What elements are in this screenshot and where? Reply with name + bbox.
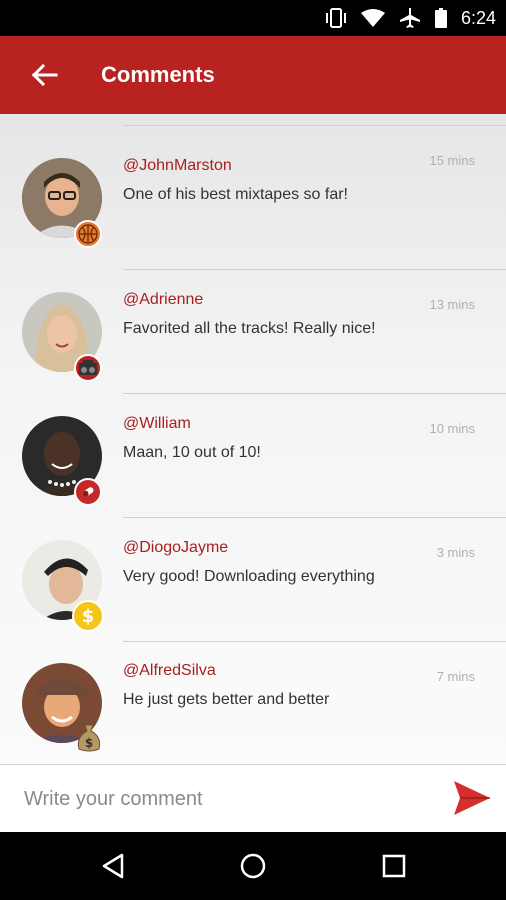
comment-text: One of his best mixtapes so far! — [123, 186, 348, 203]
square-recents-icon — [382, 854, 406, 878]
comment-input[interactable] — [22, 779, 426, 819]
comments-list[interactable]: @JohnMarston 15 mins One of his best mix… — [0, 114, 506, 764]
basketball-icon — [74, 220, 102, 248]
comment-username[interactable]: @William — [123, 415, 191, 433]
boombox-icon — [74, 354, 102, 382]
nav-recents-button[interactable] — [381, 852, 407, 885]
nav-home-button[interactable] — [239, 852, 267, 885]
system-nav-bar — [0, 832, 506, 900]
dollar-coin-icon: $ — [72, 600, 104, 632]
clock: 6:24 — [460, 7, 496, 28]
page-title: Comments — [101, 62, 215, 87]
comment-text: Maan, 10 out of 10! — [123, 444, 261, 461]
comment-time: 10 mins — [429, 421, 475, 436]
svg-text:$: $ — [85, 736, 93, 750]
status-icons: 6:24 — [325, 0, 496, 36]
comment-username[interactable]: @AlfredSilva — [123, 662, 216, 680]
comment-item[interactable]: $ @DiogoJayme 3 mins Very good! Download… — [0, 518, 506, 642]
triangle-back-icon — [102, 853, 124, 879]
back-button[interactable] — [30, 60, 60, 90]
comment-item[interactable]: @JohnMarston 15 mins One of his best mix… — [0, 126, 506, 250]
comment-text: Favorited all the tracks! Really nice! — [123, 320, 376, 337]
comment-username[interactable]: @JohnMarston — [123, 157, 232, 175]
comment-time: 13 mins — [429, 297, 475, 312]
comment-composer — [0, 764, 506, 832]
battery-icon — [434, 8, 447, 28]
send-button[interactable] — [454, 781, 490, 815]
vibrate-icon — [325, 8, 346, 28]
airplane-mode-icon — [399, 8, 420, 28]
comment-time: 15 mins — [429, 153, 475, 168]
comment-text: He just gets better and better — [123, 691, 330, 708]
comment-username[interactable]: @Adrienne — [123, 291, 203, 309]
red-pill-icon — [74, 478, 102, 506]
circle-home-icon — [240, 853, 266, 879]
send-icon — [454, 781, 490, 815]
status-bar: 6:24 — [0, 0, 506, 36]
nav-back-button[interactable] — [100, 852, 126, 885]
app-bar: Comments — [0, 36, 506, 114]
comment-item[interactable]: @William 10 mins Maan, 10 out of 10! — [0, 394, 506, 518]
money-bag-icon: $ — [74, 721, 104, 755]
arrow-back-icon — [31, 63, 58, 87]
comment-item[interactable]: $ @AlfredSilva 7 mins He just gets bette… — [0, 642, 506, 764]
wifi-icon — [360, 9, 385, 27]
comment-text: Very good! Downloading everything — [123, 568, 375, 585]
comment-time: 3 mins — [436, 545, 475, 560]
comment-username[interactable]: @DiogoJayme — [123, 539, 228, 557]
comment-time: 7 mins — [436, 669, 475, 684]
comment-item[interactable]: @Adrienne 13 mins Favorited all the trac… — [0, 270, 506, 394]
